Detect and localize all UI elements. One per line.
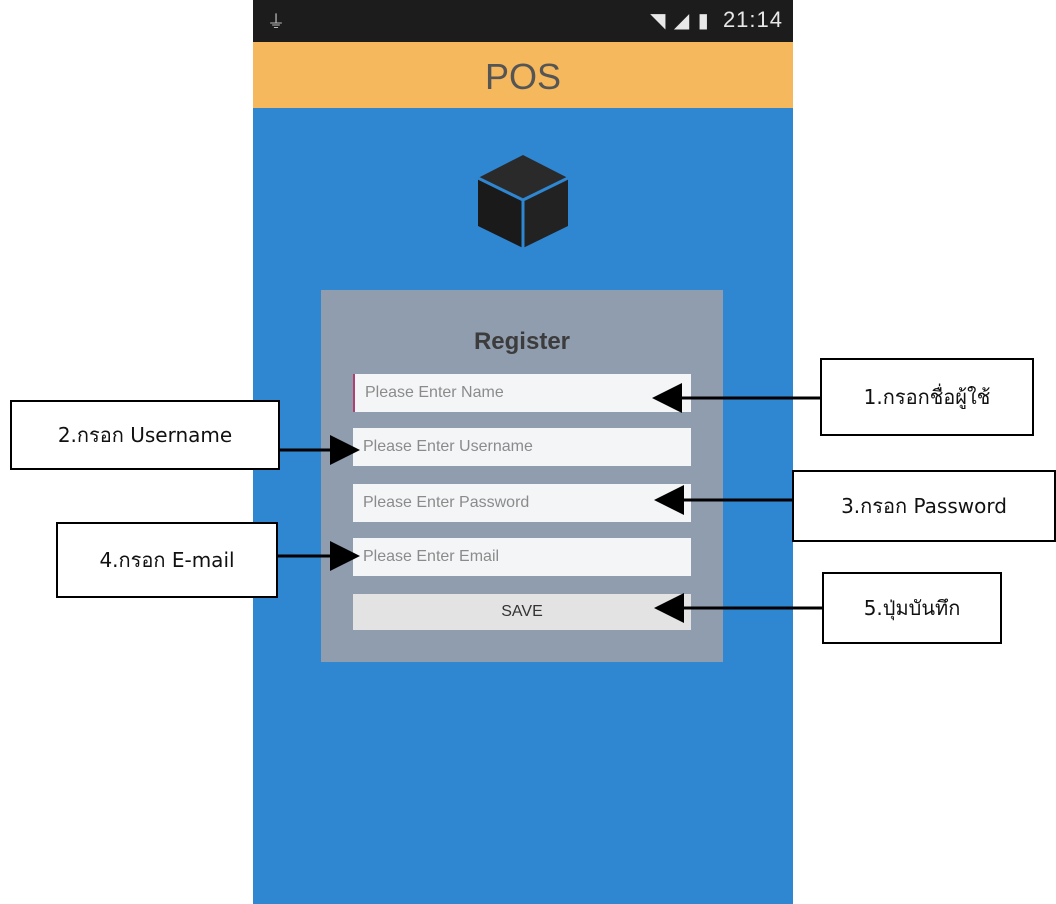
arrow-name <box>278 383 822 623</box>
